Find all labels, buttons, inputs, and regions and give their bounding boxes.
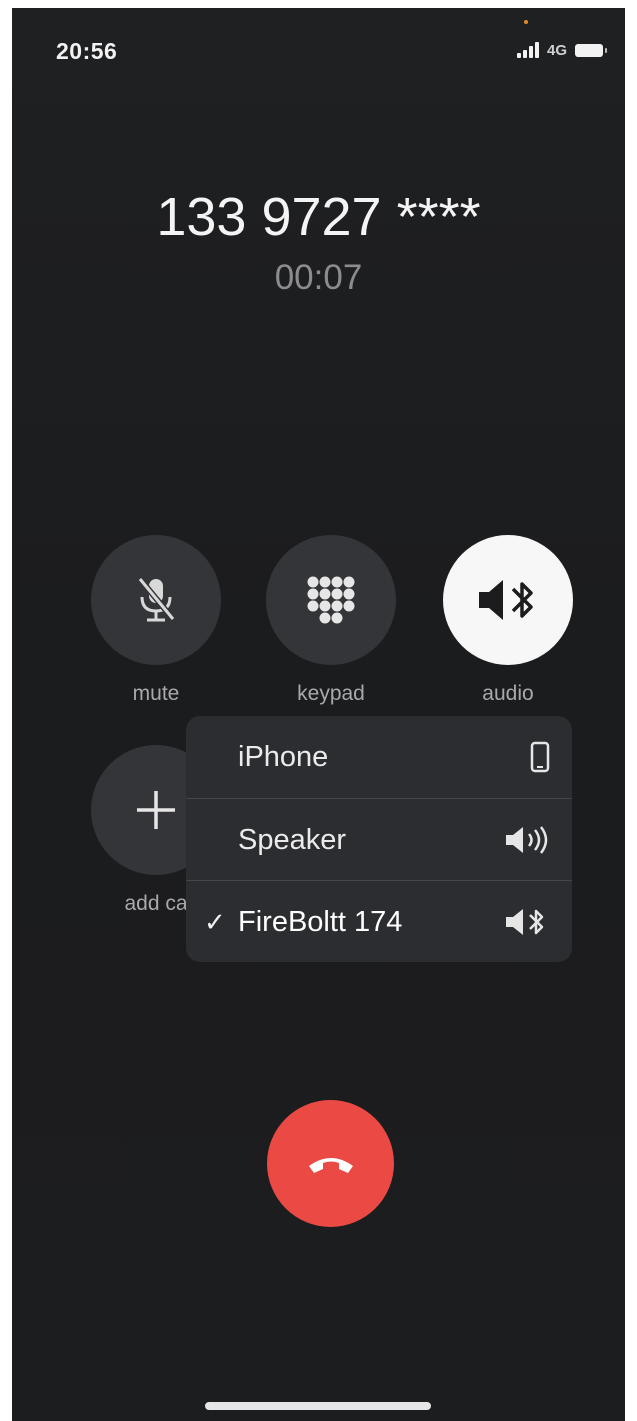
speaker-icon — [504, 825, 550, 855]
mute-button[interactable] — [91, 535, 221, 665]
audio-button[interactable] — [443, 535, 573, 665]
end-call-button[interactable] — [267, 1100, 394, 1227]
mic-off-icon — [137, 577, 176, 622]
home-indicator[interactable] — [205, 1402, 431, 1410]
audio-option-label: Speaker — [238, 823, 347, 856]
keypad-grid-icon — [307, 576, 355, 624]
plus-icon — [137, 791, 175, 829]
call-screen: 20:56 4G 133 9727 **** 00:07 mute keypad… — [12, 8, 625, 1421]
bluetooth-speaker-icon — [479, 580, 533, 620]
audio-option-speaker[interactable]: Speaker — [186, 798, 572, 881]
bluetooth-speaker-icon — [504, 906, 550, 938]
hang-up-icon — [308, 1157, 353, 1173]
audio-option-label: FireBoltt 174 — [238, 905, 403, 938]
audio-option-label: iPhone — [238, 740, 329, 773]
call-duration: 00:07 — [274, 258, 363, 297]
audio-label: audio — [482, 682, 534, 705]
signal-icon — [516, 42, 539, 58]
audio-route-menu: iPhone Speaker ✓ FireBoltt 174 — [186, 716, 572, 962]
battery-icon — [575, 43, 607, 57]
mute-label: mute — [132, 682, 180, 705]
keypad-button[interactable] — [266, 535, 396, 665]
network-type: 4G — [546, 41, 567, 59]
keypad-label: keypad — [297, 682, 365, 705]
status-indicators: 4G — [516, 38, 607, 62]
mic-in-use-indicator — [524, 20, 528, 24]
audio-option-iphone[interactable]: iPhone — [186, 716, 572, 798]
status-time: 20:56 — [56, 38, 118, 64]
iphone-icon — [530, 741, 550, 773]
audio-option-fireboltt[interactable]: ✓ FireBoltt 174 — [186, 880, 572, 962]
selected-check-icon: ✓ — [204, 906, 226, 937]
caller-number: 133 9727 **** — [156, 187, 481, 247]
